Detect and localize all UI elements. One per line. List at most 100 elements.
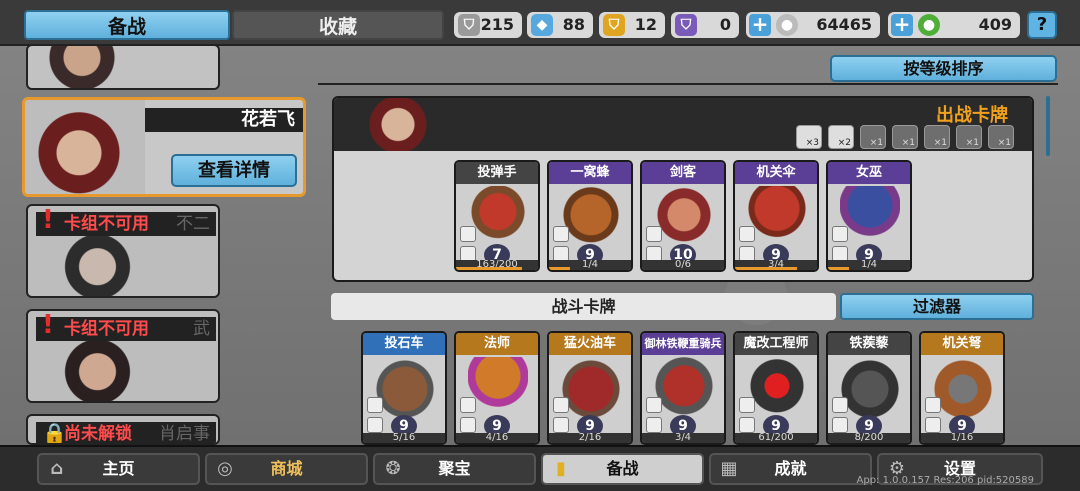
unit-art (561, 357, 621, 421)
skill-icon (553, 226, 569, 242)
slot-icon: ×2 (828, 125, 854, 149)
filter-button[interactable]: 过滤器 (840, 293, 1034, 320)
unit-art (468, 357, 528, 421)
currency-coins[interactable]: + ● 64465 (746, 12, 880, 38)
deck-status-locked: 🔒 尚未解锁 肖启事 (36, 421, 216, 445)
lock-icon: 🔒 (42, 421, 67, 445)
resource-crystal[interactable]: ◆ 88 (527, 12, 593, 38)
top-bar: 备战 收藏 ⛉ 215 ◆ 88 ⛉ 12 ⛉ 0 + ● 64465 + ● 409 … (0, 0, 1080, 46)
home-icon: ⌂ (50, 458, 64, 479)
tab-prepare[interactable]: 备战 (24, 10, 230, 40)
type-icon (739, 417, 755, 433)
green-gem-icon: ● (918, 14, 940, 36)
type-icon (367, 417, 383, 433)
skill-icon (367, 397, 383, 413)
type-icon (925, 417, 941, 433)
progress-bar (828, 267, 849, 270)
deck-title: 出战卡牌 (936, 105, 1008, 126)
resource-gold[interactable]: ⛉ 12 (599, 12, 665, 38)
battle-cards-header: 战斗卡牌 (331, 293, 836, 320)
version-text: App: 1.0.0.157 Res:206 pid:520589 (856, 475, 1035, 486)
type-icon (646, 417, 662, 433)
deck-status-warning: ! 卡组不可用 不二 (36, 207, 216, 236)
add-coins-button[interactable]: + (749, 14, 771, 36)
nav-treasure[interactable]: ❂ 聚宝 (373, 453, 536, 485)
cards-icon: ▮ (556, 458, 566, 479)
deck-status-warning: ! 卡组不可用武 (36, 312, 216, 341)
unit-art (840, 186, 900, 250)
deck-slot-2[interactable]: ! 卡组不可用 不二 (26, 204, 220, 298)
battle-card[interactable]: 魔改工程师 9 61/200 (733, 331, 819, 445)
view-details-button[interactable]: 查看详情 (171, 154, 297, 187)
hero-portrait (48, 226, 158, 296)
nav-achievement[interactable]: ▦ 成就 (709, 453, 872, 485)
unit-art (654, 186, 714, 250)
deck-slot-4[interactable]: 🔒 尚未解锁 肖启事 (26, 414, 220, 445)
progress-bar (456, 267, 522, 270)
battle-card[interactable]: 御林铁鞭重骑兵 9 3/4 (640, 331, 726, 445)
skill-icon (460, 397, 476, 413)
unit-art (747, 357, 807, 421)
type-icon (832, 417, 848, 433)
unit-art (654, 357, 714, 421)
skill-icon (832, 226, 848, 242)
skill-icon (925, 397, 941, 413)
slot-icon: ×1 (892, 125, 918, 149)
battle-card[interactable]: 猛火油车 9 2/16 (547, 331, 633, 445)
skill-icon (646, 397, 662, 413)
unit-art (933, 357, 993, 421)
type-icon (553, 417, 569, 433)
add-gems-button[interactable]: + (891, 14, 913, 36)
unit-art (375, 357, 435, 421)
sort-by-level-button[interactable]: 按等级排序 (830, 55, 1057, 82)
skill-icon (832, 397, 848, 413)
slot-icon: ×1 (988, 125, 1014, 149)
selected-deck-card[interactable]: 花若飞 查看详情 (22, 97, 306, 197)
skill-icon (553, 397, 569, 413)
scrollbar[interactable] (1046, 96, 1050, 156)
resource-silver[interactable]: ⛉ 215 (454, 12, 522, 38)
exclamation-icon: ! (42, 205, 54, 235)
progress-bar (735, 267, 797, 270)
silver-shield-icon: ⛉ (458, 14, 480, 36)
progress-bar (549, 267, 570, 270)
nav-prepare[interactable]: ▮ 备战 (541, 453, 704, 485)
skill-icon (460, 226, 476, 242)
deck-slot-3[interactable]: ! 卡组不可用武 (26, 309, 220, 403)
bottom-nav: ⌂ 主页 ◎ 商城 ❂ 聚宝 ▮ 备战 ▦ 成就 ⚙ 设置 App: 1.0.0.157 R… (0, 445, 1080, 491)
divider (318, 83, 1058, 85)
active-deck-panel: 出战卡牌 ×3 ×2 ×1 ×1 ×1 ×1 ×1 投弹手 7 163/200 … (332, 96, 1034, 282)
battle-card[interactable]: 机关弩 9 1/16 (919, 331, 1005, 445)
resource-purple[interactable]: ⛉ 0 (671, 12, 739, 38)
battle-card[interactable]: 铁蒺藜 9 8/200 (826, 331, 912, 445)
skill-icon (739, 397, 755, 413)
deck-header: 出战卡牌 ×3 ×2 ×1 ×1 ×1 ×1 ×1 (334, 98, 1032, 151)
tab-collection[interactable]: 收藏 (232, 10, 444, 40)
help-button[interactable]: ? (1027, 11, 1057, 39)
unit-art (561, 186, 621, 250)
treasure-icon: ❂ (385, 458, 401, 479)
shop-icon: ◎ (217, 458, 233, 479)
deck-slot-partial[interactable] (26, 44, 220, 90)
silver-coin-icon: ● (776, 14, 798, 36)
unit-art (747, 186, 807, 250)
deck-card[interactable]: 一窝蜂 9 1/4 (547, 160, 633, 272)
exclamation-icon: ! (42, 310, 54, 340)
slot-icon: ×3 (796, 125, 822, 149)
currency-gems[interactable]: + ● 409 (888, 12, 1020, 38)
nav-home[interactable]: ⌂ 主页 (37, 453, 200, 485)
achievement-icon: ▦ (720, 458, 738, 479)
type-icon (460, 417, 476, 433)
deck-card[interactable]: 女巫 9 1/4 (826, 160, 912, 272)
purple-badge-icon: ⛉ (675, 14, 697, 36)
skill-icon (646, 226, 662, 242)
hero-portrait (28, 46, 148, 88)
battle-card[interactable]: 法师 9 4/16 (454, 331, 540, 445)
battle-card[interactable]: 投石车 9 5/16 (361, 331, 447, 445)
deck-card[interactable]: 剑客 10 0/6 (640, 160, 726, 272)
slot-icon: ×1 (860, 125, 886, 149)
deck-card[interactable]: 机关伞 9 3/4 (733, 160, 819, 272)
nav-shop[interactable]: ◎ 商城 (205, 453, 368, 485)
deck-card[interactable]: 投弹手 7 163/200 (454, 160, 540, 272)
slot-icon: ×1 (924, 125, 950, 149)
